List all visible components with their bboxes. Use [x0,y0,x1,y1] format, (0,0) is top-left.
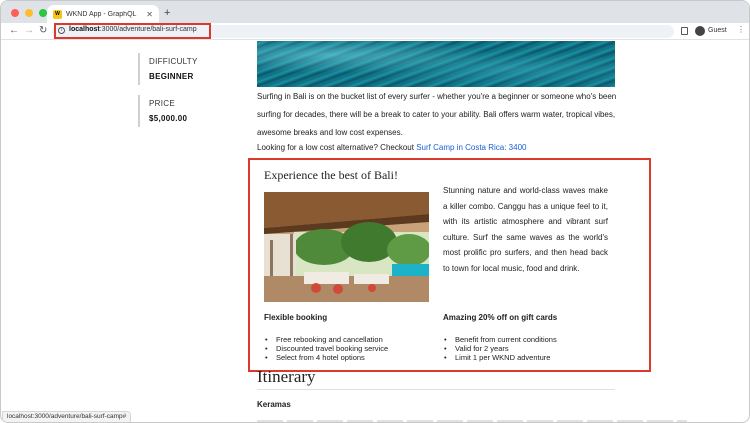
price-block: PRICE $5,000.00 [138,95,187,127]
close-window-button[interactable] [11,9,19,17]
browser-window: W WKND App - GraphQL ✕ + ← → ↻ i localho… [0,0,750,423]
reload-icon[interactable]: ↻ [39,25,47,37]
new-tab-icon[interactable]: + [164,7,170,19]
page-content: DIFFICULTY BEGINNER PRICE $5,000.00 Surf… [1,41,749,422]
forward-icon[interactable]: → [24,25,34,37]
list-item: Select from 4 hotel options [264,353,388,362]
tab-title: WKND App - GraphQL [66,10,137,18]
tab-close-icon[interactable]: ✕ [146,10,153,19]
list-item: Discounted travel booking service [264,344,388,353]
list-item: Free rebooking and cancellation [264,335,388,344]
status-bar-url: localhost:3000/adventure/bali-surf-camp# [2,411,132,422]
list-item: Benefit from current conditions [443,335,557,344]
list-item: Limit 1 per WKND adventure [443,353,557,362]
alternative-text: Looking for a low cost alternative? Chec… [257,143,417,152]
difficulty-block: DIFFICULTY BEGINNER [138,53,198,85]
list-item: Valid for 2 years [443,344,557,353]
tab-bar: W WKND App - GraphQL ✕ + [1,1,749,23]
costa-rica-link[interactable]: Surf Camp in Costa Rica: 3400 [416,143,526,152]
back-icon[interactable]: ← [9,25,19,37]
profile-label[interactable]: Guest [708,27,727,34]
itinerary-heading: Itinerary [257,367,615,390]
intro-paragraph: Surfing in Bali is on the bucket list of… [257,92,617,137]
profile-avatar-icon[interactable] [695,26,705,36]
wknd-favicon-icon: W [53,9,62,19]
alternative-paragraph: Looking for a low cost alternative? Chec… [257,139,619,157]
gift-title: Amazing 20% off on gift cards [443,313,558,322]
difficulty-label: DIFFICULTY [149,57,198,66]
difficulty-value: BEGINNER [149,72,194,81]
itinerary-day-title: Keramas [257,400,291,409]
booking-title: Flexible booking [264,313,328,322]
browser-tab[interactable]: W WKND App - GraphQL ✕ [47,5,159,23]
price-value: $5,000.00 [149,114,188,123]
booking-list: Free rebooking and cancellation Discount… [264,335,388,362]
hero-ocean-image [257,41,615,87]
promo-description: Stunning nature and world-class waves ma… [443,186,608,273]
villa-pool-image [264,192,429,302]
window-controls [11,9,47,17]
minimize-window-button[interactable] [25,9,33,17]
site-info-icon[interactable]: i [58,27,65,34]
gift-list: Benefit from current conditions Valid fo… [443,335,557,362]
promo-title: Experience the best of Bali! [264,168,398,182]
browser-menu-icon[interactable]: ⋮ [737,26,745,34]
side-panel-icon[interactable] [681,27,688,35]
zoom-window-button[interactable] [39,9,47,17]
price-label: PRICE [149,99,175,108]
url-text[interactable]: localhost:3000/adventure/bali-surf-camp [69,26,197,33]
